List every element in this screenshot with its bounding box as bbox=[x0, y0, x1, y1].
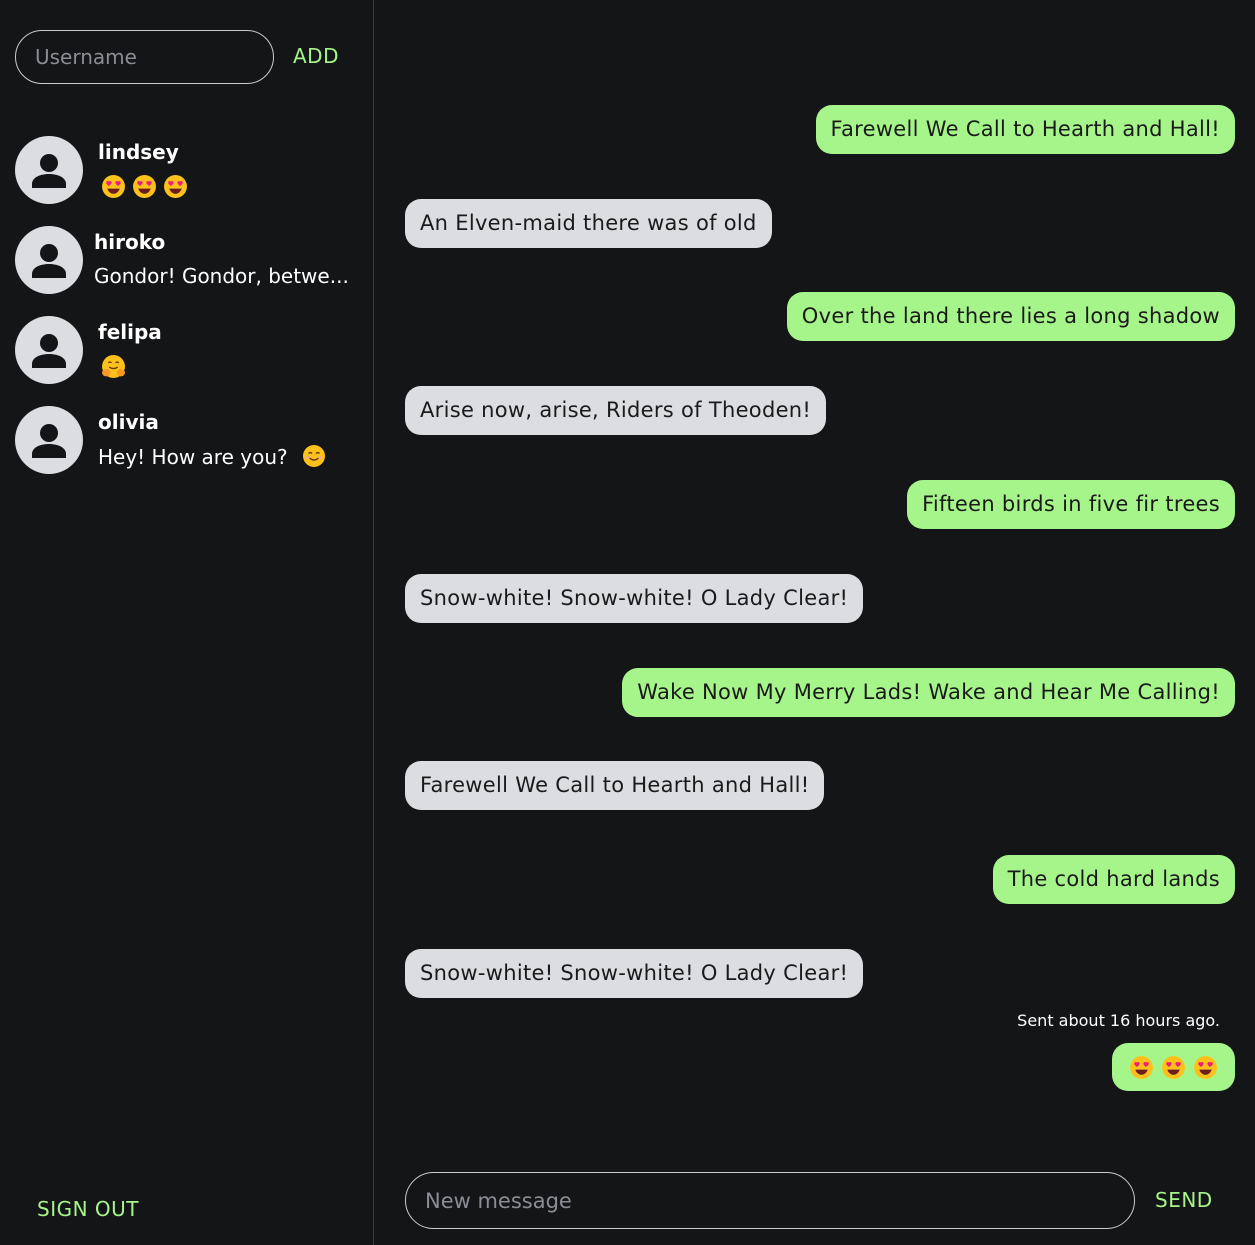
avatar bbox=[15, 226, 83, 294]
sent-timestamp: Sent about 16 hours ago. bbox=[1017, 1011, 1220, 1030]
contact-name: felipa bbox=[98, 320, 162, 344]
message-received: Snow-white! Snow-white! O Lady Clear! bbox=[405, 574, 864, 623]
contact-preview bbox=[101, 354, 126, 379]
send-button[interactable]: SEND bbox=[1155, 1188, 1213, 1212]
avatar bbox=[15, 136, 83, 204]
message-received: Arise now, arise, Riders of Theoden! bbox=[405, 386, 827, 435]
contact-preview bbox=[101, 174, 188, 199]
contact-preview: Gondor! Gondor, betwe... bbox=[94, 264, 349, 288]
avatar bbox=[15, 406, 83, 474]
contact-lindsey[interactable]: lindsey bbox=[15, 136, 370, 206]
smiling-face-emoji-icon bbox=[302, 445, 325, 467]
heart-eyes-emoji-icon bbox=[1162, 1055, 1185, 1079]
message-sent: Wake Now My Merry Lads! Wake and Hear Me… bbox=[622, 668, 1235, 717]
person-icon bbox=[32, 424, 66, 458]
person-icon bbox=[32, 244, 66, 278]
message-sent: The cold hard lands bbox=[992, 855, 1235, 904]
hugging-face-emoji-icon bbox=[102, 355, 125, 378]
contact-felipa[interactable]: felipa bbox=[15, 316, 370, 386]
contact-name: olivia bbox=[98, 410, 159, 434]
heart-eyes-emoji-icon bbox=[1130, 1055, 1153, 1079]
contact-olivia[interactable]: olivia Hey! How are you? bbox=[15, 406, 370, 476]
heart-eyes-emoji-icon bbox=[164, 175, 187, 198]
message-sent: Farewell We Call to Hearth and Hall! bbox=[815, 105, 1235, 154]
message-received: Farewell We Call to Hearth and Hall! bbox=[405, 761, 825, 810]
avatar bbox=[15, 316, 83, 384]
person-icon bbox=[32, 334, 66, 368]
heart-eyes-emoji-icon bbox=[102, 175, 125, 198]
heart-eyes-emoji-icon bbox=[1194, 1055, 1217, 1079]
message-received: An Elven-maid there was of old bbox=[405, 199, 772, 248]
add-button[interactable]: ADD bbox=[293, 44, 339, 68]
sidebar: ADD lindsey bbox=[0, 0, 374, 1245]
contact-name: hiroko bbox=[94, 230, 166, 254]
message-sent-emoji bbox=[1112, 1043, 1235, 1091]
username-input[interactable] bbox=[15, 30, 274, 84]
contact-preview: Hey! How are you? bbox=[98, 444, 326, 469]
contact-name: lindsey bbox=[98, 140, 179, 164]
message-sent: Fifteen birds in five fir trees bbox=[907, 480, 1235, 529]
chat-app: ADD lindsey bbox=[0, 0, 1255, 1245]
person-icon bbox=[32, 154, 66, 188]
contact-preview-text: Hey! How are you? bbox=[98, 445, 288, 469]
sign-out-button[interactable]: SIGN OUT bbox=[37, 1197, 139, 1221]
contact-hiroko[interactable]: hiroko Gondor! Gondor, betwe... bbox=[15, 226, 370, 296]
new-message-input[interactable] bbox=[405, 1172, 1135, 1229]
heart-eyes-emoji-icon bbox=[133, 175, 156, 198]
message-received: Snow-white! Snow-white! O Lady Clear! bbox=[405, 949, 864, 998]
message-sent: Over the land there lies a long shadow bbox=[786, 292, 1235, 341]
chat-panel: Farewell We Call to Hearth and Hall! An … bbox=[375, 0, 1255, 1245]
